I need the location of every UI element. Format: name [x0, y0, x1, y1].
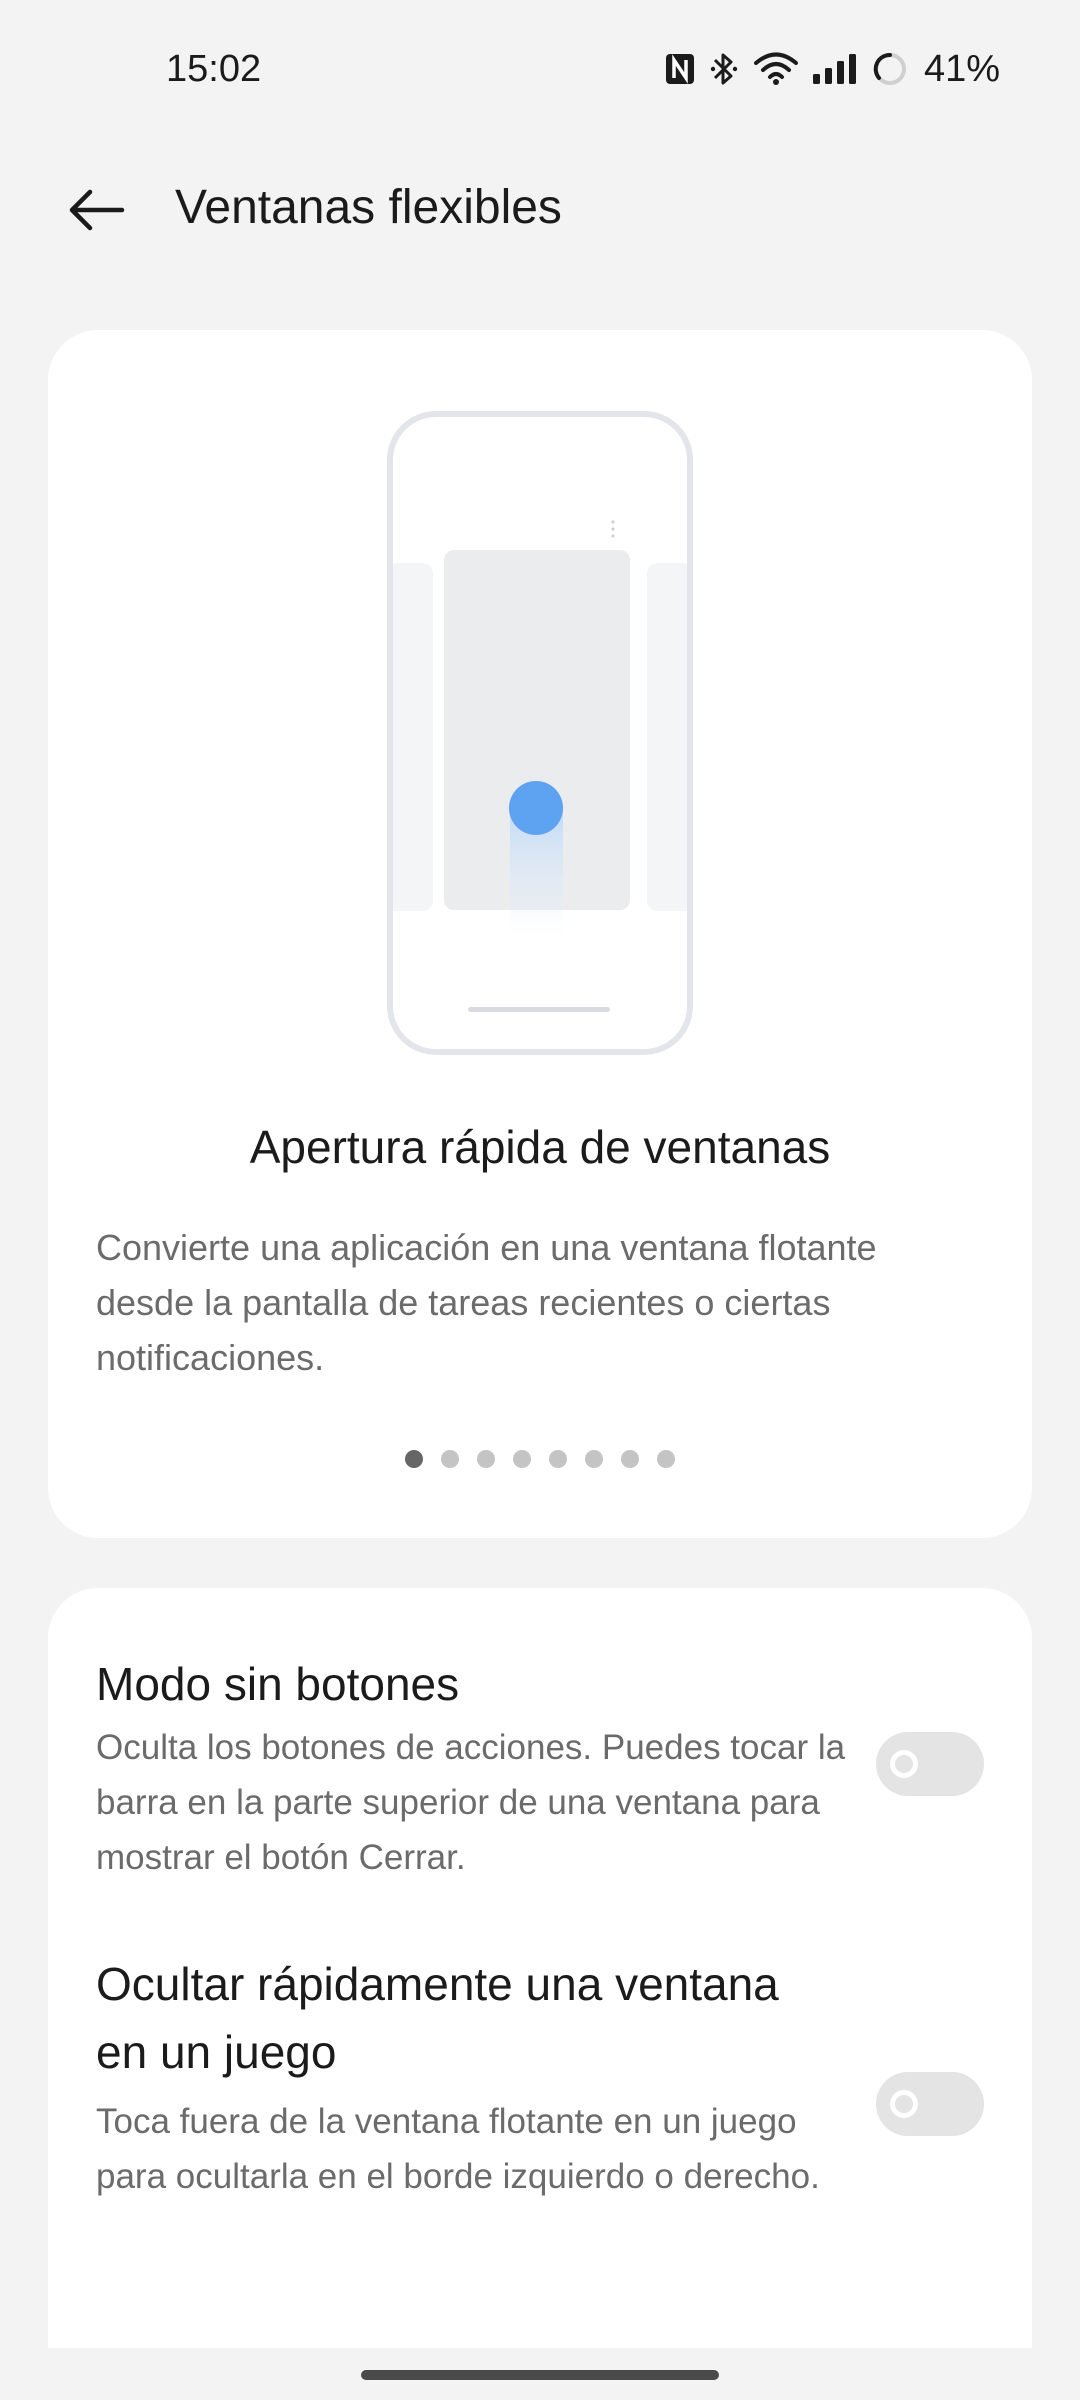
- page-dot[interactable]: [513, 1450, 531, 1468]
- nfc-icon: [664, 52, 696, 86]
- page-dot[interactable]: [477, 1450, 495, 1468]
- page-dot[interactable]: [405, 1450, 423, 1468]
- battery-percent: 41%: [923, 47, 1000, 90]
- signal-icon: [812, 53, 858, 85]
- page-dot[interactable]: [585, 1450, 603, 1468]
- carousel-page-indicator[interactable]: [48, 1450, 1032, 1468]
- battery-ring-icon: [872, 51, 908, 87]
- feature-title: Apertura rápida de ventanas: [249, 1121, 831, 1173]
- buttonless-mode-toggle[interactable]: [876, 1732, 984, 1796]
- quick-hide-toggle[interactable]: [876, 2072, 984, 2136]
- page-dot[interactable]: [441, 1450, 459, 1468]
- status-time: 15:02: [166, 48, 262, 90]
- page-title: Ventanas flexibles: [175, 181, 562, 234]
- setting-title: Ocultar rápidamente una ventana en un ju…: [96, 1958, 779, 2078]
- toggle-knob: [890, 1750, 918, 1778]
- setting-description: Toca fuera de la ventana flotante en un …: [96, 2102, 820, 2196]
- setting-title: Modo sin botones: [96, 1658, 460, 1710]
- app-bar: Ventanas flexibles: [0, 160, 1080, 260]
- wifi-icon: [753, 52, 798, 86]
- page-dot[interactable]: [657, 1450, 675, 1468]
- page-dot[interactable]: [621, 1450, 639, 1468]
- status-bar: 15:02 41%: [0, 0, 1080, 140]
- toggle-knob: [890, 2090, 918, 2118]
- page-dot[interactable]: [549, 1450, 567, 1468]
- gesture-navigation-bar[interactable]: [361, 2370, 719, 2380]
- feature-carousel-card[interactable]: Apertura rápida de ventanas Convierte un…: [48, 330, 1032, 1538]
- back-button[interactable]: [58, 174, 134, 250]
- phone-illustration: [386, 410, 694, 1056]
- settings-card: Modo sin botones Oculta los botones de a…: [48, 1588, 1032, 2348]
- bluetooth-icon: [710, 50, 740, 88]
- feature-description: Convierte una aplicación en una ventana …: [96, 1227, 877, 1378]
- status-icons: 41%: [664, 44, 1000, 94]
- arrow-left-icon: [66, 188, 126, 237]
- setting-description: Oculta los botones de acciones. Puedes t…: [96, 1728, 846, 1877]
